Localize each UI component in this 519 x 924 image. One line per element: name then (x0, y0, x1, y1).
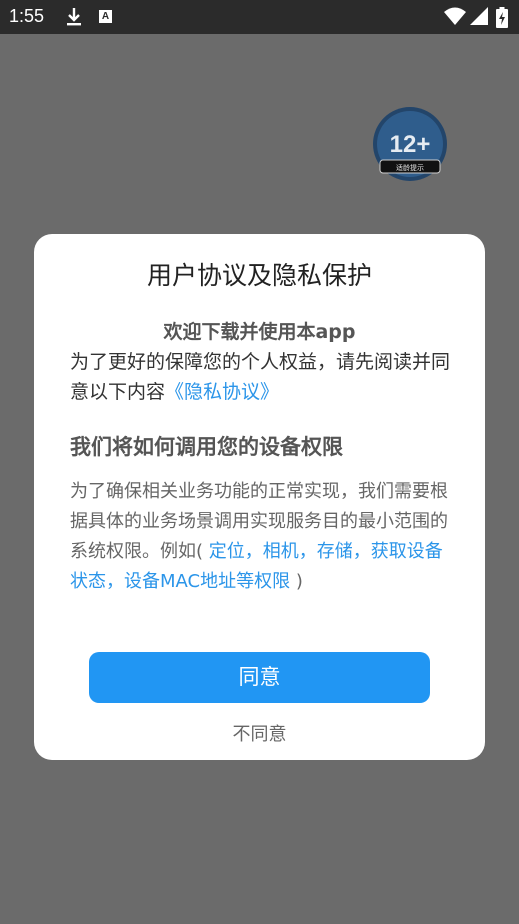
status-bar: 1:55 A (0, 0, 519, 34)
permissions-description: 为了确保相关业务功能的正常实现，我们需要根据具体的业务场景调用实现服务目的最小范… (70, 477, 452, 597)
battery-charging-icon (496, 7, 508, 28)
age-rating-caption: 适龄提示 (396, 163, 424, 172)
disagree-button[interactable]: 不同意 (34, 720, 485, 746)
download-icon (67, 8, 81, 26)
permissions-text-end: ) (290, 571, 303, 592)
status-time: 1:55 (9, 6, 45, 26)
signal-icon (470, 7, 488, 25)
privacy-policy-link[interactable]: 《隐私协议》 (165, 381, 279, 403)
age-rating-badge: 12+ 适龄提示 (372, 106, 448, 182)
wifi-icon (444, 7, 466, 25)
intro-paragraph: 为了更好的保障您的个人权益，请先阅读并同意以下内容《隐私协议》 (70, 347, 452, 407)
age-rating-badge-graphic: 12+ 适龄提示 (373, 107, 447, 181)
agree-button[interactable]: 同意 (89, 652, 430, 703)
dialog-title: 用户协议及隐私保护 (146, 261, 372, 290)
privacy-dialog: 用户协议及隐私保护 欢迎下载并使用本app 为了更好的保障您的个人权益，请先阅读… (34, 234, 485, 760)
age-rating-text: 12+ (390, 131, 431, 158)
keyboard-a-icon: A (99, 10, 112, 23)
permissions-heading: 我们将如何调用您的设备权限 (70, 435, 343, 459)
welcome-text: 欢迎下载并使用本app (163, 321, 356, 343)
